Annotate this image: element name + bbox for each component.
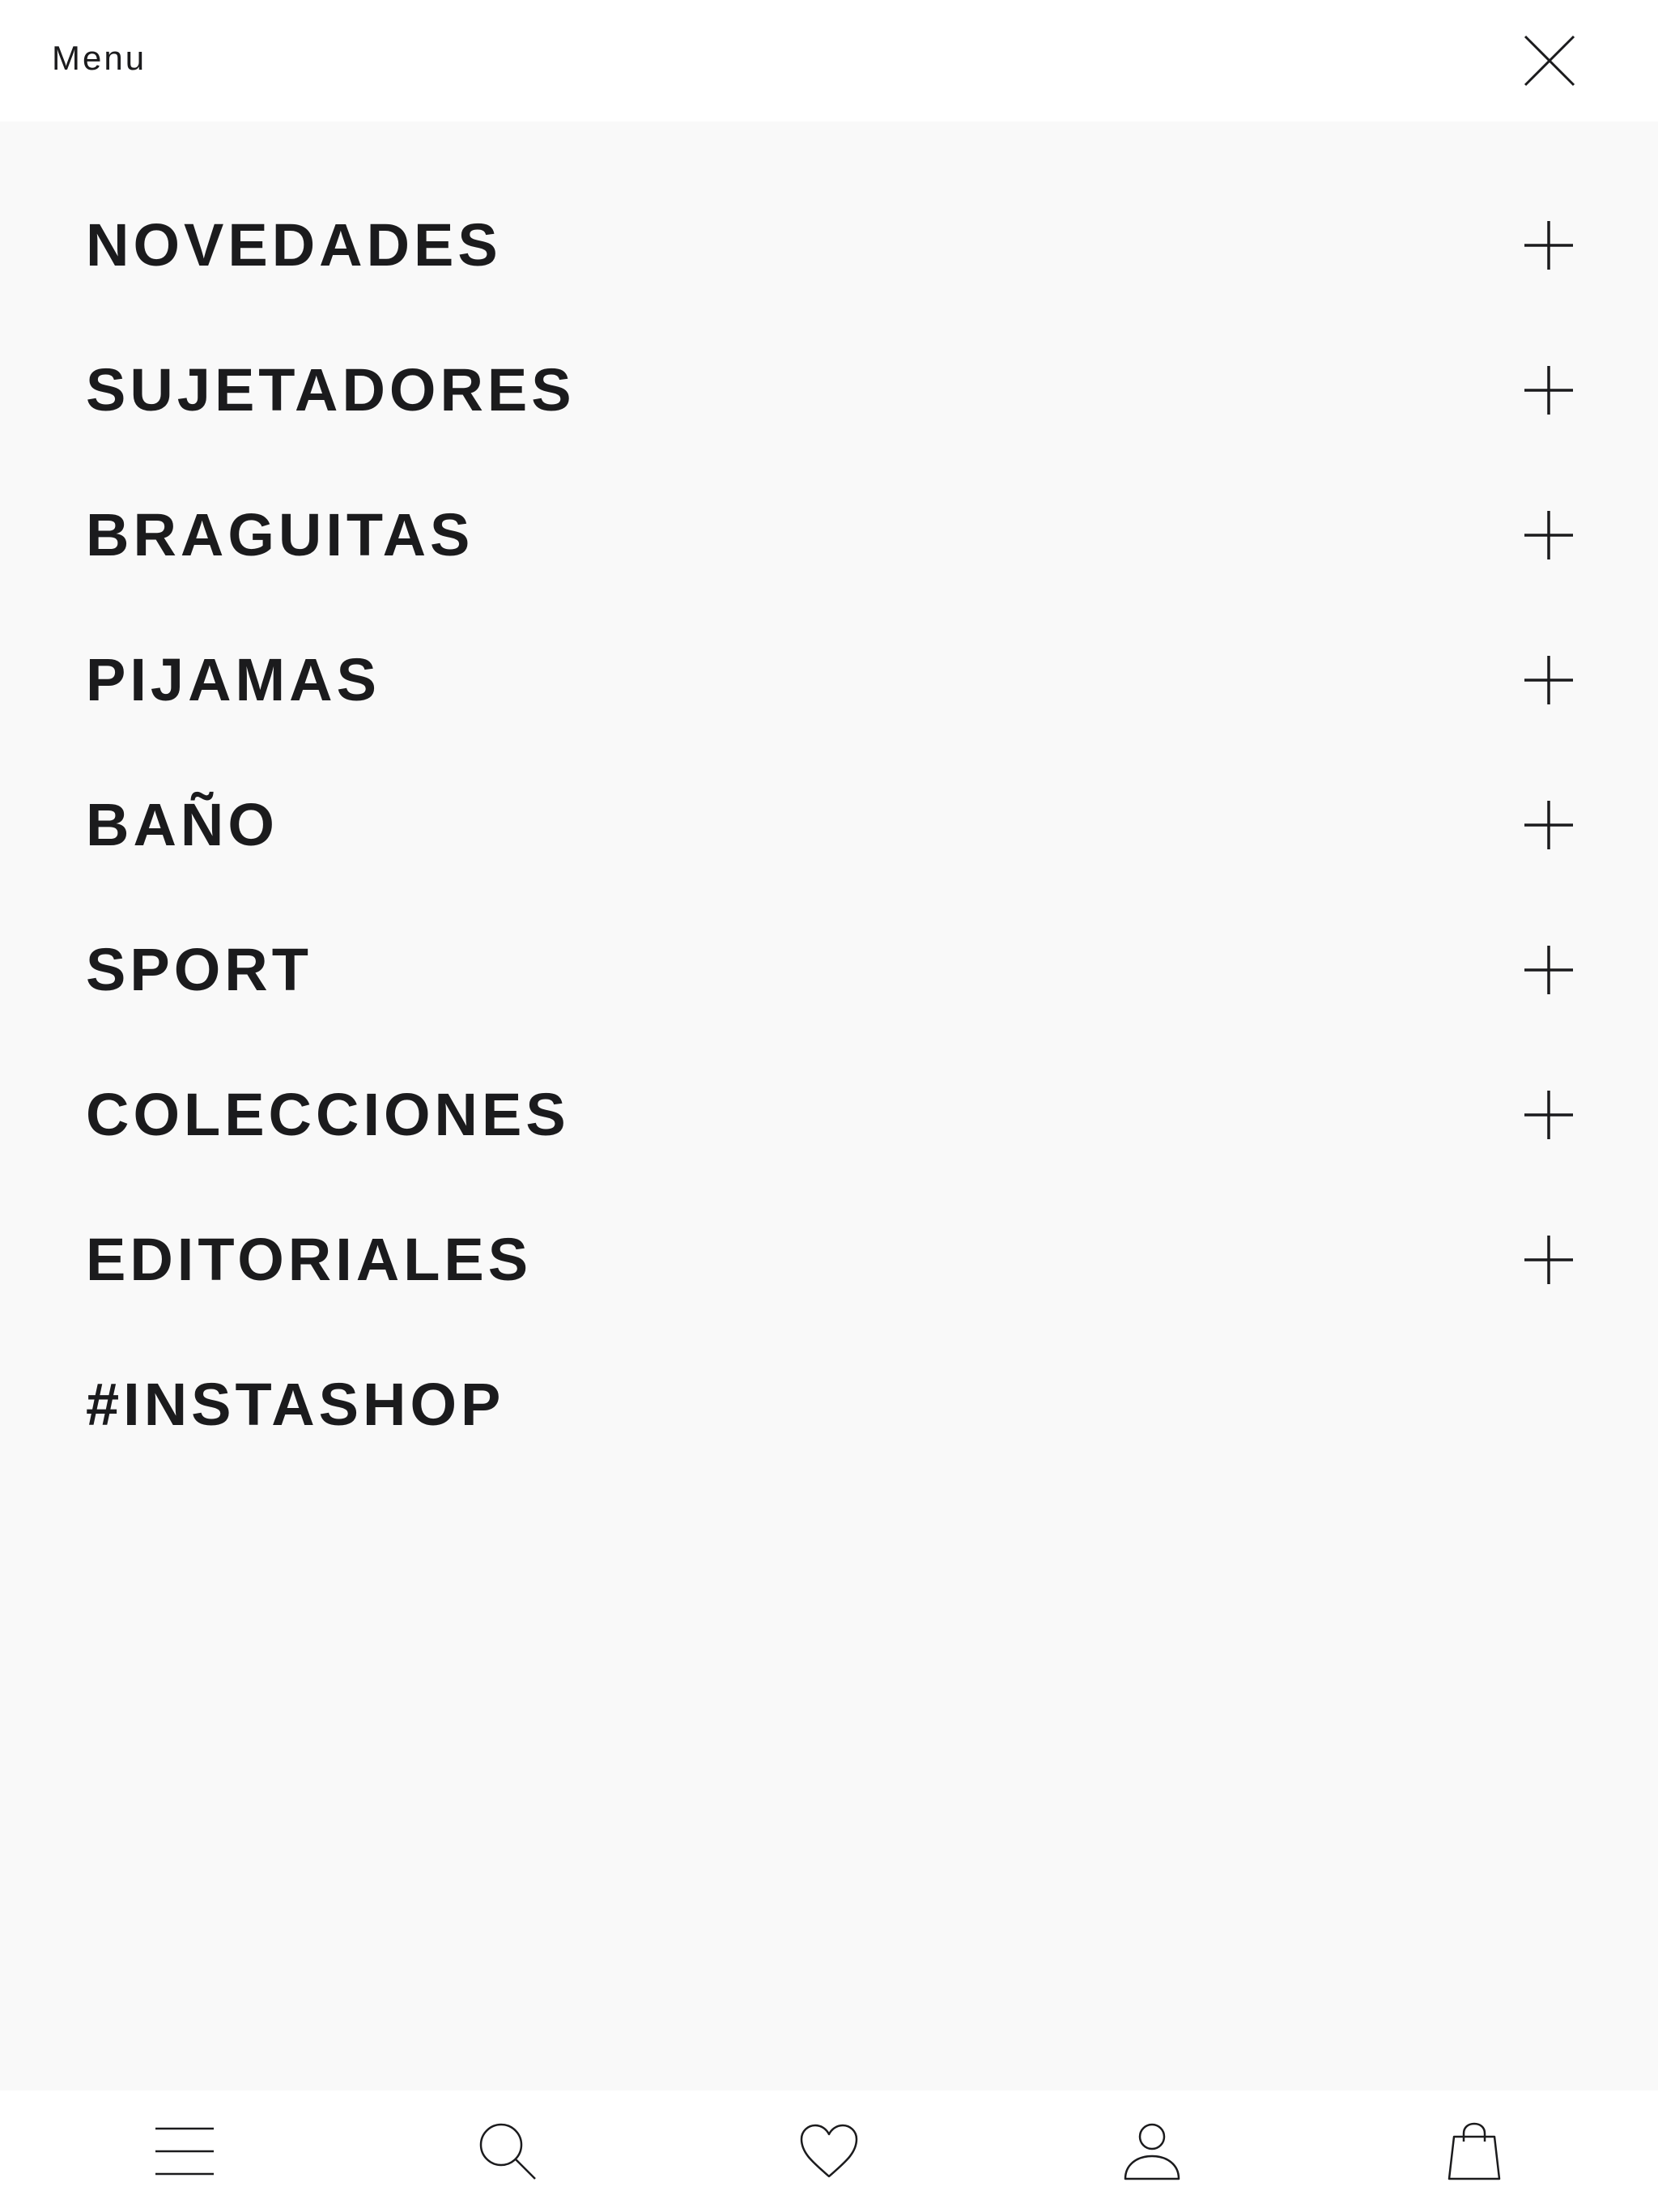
menu-item-bano[interactable]: BAÑO [0,752,1658,897]
heart-icon [798,2123,860,2180]
menu-item-pijamas[interactable]: PIJAMAS [0,607,1658,752]
expand-plus-icon[interactable] [1524,365,1574,415]
menu-item-label: SPORT [86,935,312,1003]
wishlist-nav-button[interactable] [764,2091,894,2212]
expand-plus-icon[interactable] [1524,510,1574,560]
menu-header: Menu [0,0,1658,121]
user-icon [1123,2122,1181,2180]
menu-item-sport[interactable]: SPORT [0,897,1658,1042]
menu-item-label: SUJETADORES [86,355,576,423]
hamburger-menu-icon [154,2125,215,2177]
menu-item-colecciones[interactable]: COLECCIONES [0,1042,1658,1187]
menu-item-label: BAÑO [86,790,278,858]
close-icon [1524,35,1575,87]
menu-nav-button[interactable] [120,2091,249,2212]
menu-item-editoriales[interactable]: EDITORIALES [0,1187,1658,1332]
account-nav-button[interactable] [1087,2091,1217,2212]
menu-title: Menu [52,39,147,77]
search-icon [477,2121,538,2182]
expand-plus-icon[interactable] [1524,945,1574,995]
menu-item-label: COLECCIONES [86,1080,570,1148]
menu-item-label: NOVEDADES [86,211,502,279]
menu-item-label: PIJAMAS [86,645,380,713]
menu-item-label: #INSTASHOP [86,1370,505,1438]
expand-plus-icon[interactable] [1524,1090,1574,1140]
menu-item-instashop[interactable]: #INSTASHOP [0,1332,1658,1477]
menu-item-label: EDITORIALES [86,1225,533,1293]
expand-plus-icon[interactable] [1524,220,1574,270]
bottom-navigation-bar [0,2091,1658,2212]
expand-plus-icon[interactable] [1524,655,1574,705]
menu-item-novedades[interactable]: NOVEDADES [0,172,1658,317]
category-menu-list: NOVEDADES SUJETADORES BRAGUITAS PIJAMAS … [0,121,1658,1477]
shopping-bag-icon [1446,2122,1503,2180]
menu-page: Menu NOVEDADES SUJETADORES BRAGUITAS PIJ… [0,0,1658,2212]
search-nav-button[interactable] [443,2091,572,2212]
menu-item-label: BRAGUITAS [86,500,474,568]
close-button[interactable] [1511,29,1588,92]
menu-item-braguitas[interactable]: BRAGUITAS [0,462,1658,607]
cart-nav-button[interactable] [1409,2091,1539,2212]
expand-plus-icon[interactable] [1524,800,1574,850]
menu-item-sujetadores[interactable]: SUJETADORES [0,317,1658,462]
expand-plus-icon[interactable] [1524,1235,1574,1285]
